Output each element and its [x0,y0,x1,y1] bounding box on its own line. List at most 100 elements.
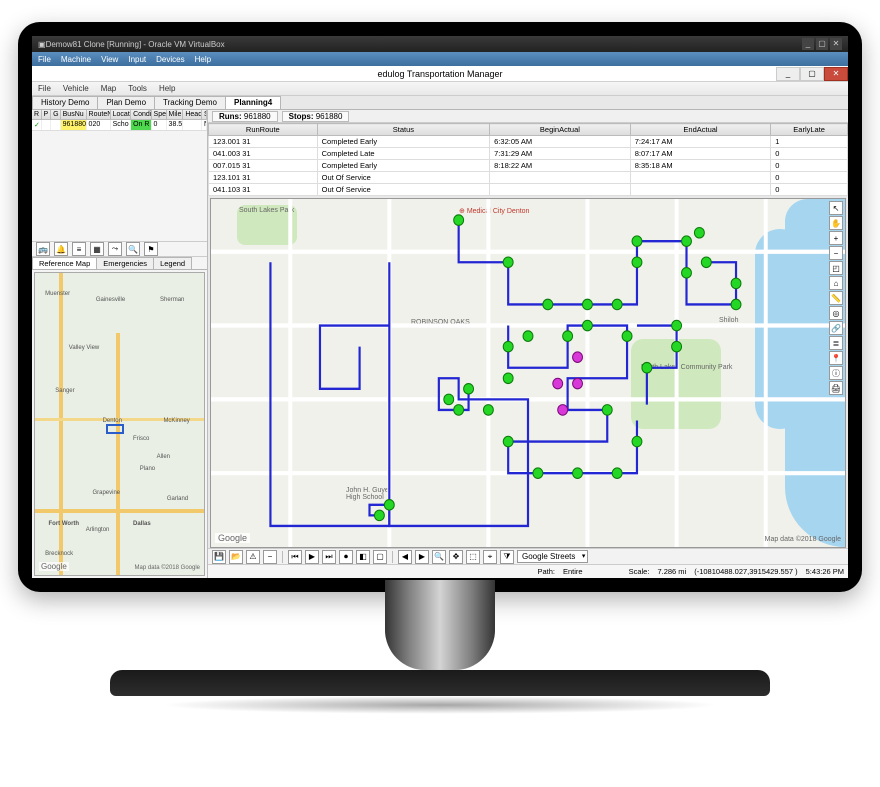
monitor-stand-neck [385,580,495,670]
cell-p [42,120,52,130]
arrow-icon[interactable]: ↖ [829,201,843,215]
vehicle-grid-header: R P G BusNu RouteN Locat Condi Spe Mile … [32,110,207,120]
vm-menu-machine[interactable]: Machine [61,55,91,64]
app-max-button[interactable]: ▢ [800,67,824,81]
tab-history[interactable]: History Demo [32,96,98,109]
marquee-icon[interactable]: ◰ [829,261,843,275]
binoculars-icon[interactable]: 🔍 [126,242,140,256]
open-icon[interactable]: 📂 [229,550,243,564]
cell-rr: 007.015 31 [209,160,318,172]
zoom-in-icon[interactable]: + [829,231,843,245]
main-map[interactable]: South Lakes Park ROBINSON OAKS ⊕ Medical… [210,198,846,548]
runs-strip: Runs: 961880 Stops: 961880 [208,110,848,123]
menu-vehicle[interactable]: Vehicle [63,84,89,93]
subtab-refmap[interactable]: Reference Map [32,257,97,269]
vm-min-button[interactable]: _ [802,38,814,50]
runs-chip[interactable]: Runs: 961880 [212,111,278,122]
target-icon[interactable]: ◎ [829,306,843,320]
bus-icon[interactable]: 🚌 [36,242,50,256]
col-r[interactable]: R [32,110,42,119]
ruler-icon[interactable]: 📏 [829,291,843,305]
link-icon[interactable]: 🔗 [829,321,843,335]
reference-map[interactable]: Muenster Gainesville Sherman Valley View… [34,272,205,576]
save-icon[interactable]: 💾 [212,550,226,564]
print-icon[interactable]: 🖨 [829,381,843,395]
col-head[interactable]: Head [183,110,202,119]
cell-end: 8:07:17 AM [630,148,771,160]
zoom-out-icon[interactable]: − [829,246,843,260]
cell-el: 0 [771,148,848,160]
col-mile[interactable]: Mile [167,110,184,119]
flag-icon[interactable]: ⚑ [144,242,158,256]
table-row[interactable]: 041.003 31Completed Late7:31:29 AM8:07:1… [209,148,848,160]
home-icon[interactable]: ⌂ [829,276,843,290]
hand-icon[interactable]: ✋ [829,216,843,230]
warning-icon[interactable]: ⚠ [246,550,260,564]
th-begin[interactable]: BeginActual [490,124,631,136]
pin-icon[interactable]: 📍 [829,351,843,365]
col-condi[interactable]: Condi [131,110,151,119]
th-earlylate[interactable]: EarlyLate [771,124,848,136]
list-icon[interactable]: ≡ [72,242,86,256]
back-icon[interactable]: ◀ [398,550,412,564]
vm-menu-input[interactable]: Input [128,55,146,64]
tab-plan[interactable]: Plan Demo [97,96,155,109]
vm-close-button[interactable]: ✕ [830,38,842,50]
table-row[interactable]: 007.015 31Completed Early8:18:22 AM8:35:… [209,160,848,172]
col-stat[interactable]: Stat [202,110,207,119]
th-end[interactable]: EndActual [630,124,771,136]
col-bus[interactable]: BusNu [61,110,87,119]
record-icon[interactable]: ⏺ [339,550,353,564]
subtab-emerg[interactable]: Emergencies [96,257,154,269]
left-toolbar: 🚌 🔔 ≡ ▦ ⤳ 🔍 ⚑ [32,241,207,257]
vm-max-button[interactable]: ▢ [816,38,828,50]
fwd2-icon[interactable]: ▶ [415,550,429,564]
table-row[interactable]: 041.103 31Out Of Service0 [209,184,848,196]
box-icon[interactable]: ▢ [373,550,387,564]
col-p[interactable]: P [42,110,52,119]
subtab-legend[interactable]: Legend [153,257,192,269]
bell-icon[interactable]: 🔔 [54,242,68,256]
vm-menu-help[interactable]: Help [195,55,211,64]
th-status[interactable]: Status [317,124,490,136]
play-icon[interactable]: ▶ [305,550,319,564]
app-close-button[interactable]: ✕ [824,67,848,81]
rewind-icon[interactable]: ⏮ [288,550,302,564]
cell-end [630,172,771,184]
pan-icon[interactable]: ✥ [449,550,463,564]
forward-icon[interactable]: ⏭ [322,550,336,564]
col-route[interactable]: RouteN [87,110,111,119]
find-icon[interactable]: ⌖ [483,550,497,564]
menu-tools[interactable]: Tools [128,84,147,93]
select-icon[interactable]: ⬚ [466,550,480,564]
layers-icon[interactable]: ≣ [829,336,843,350]
cell-el: 0 [771,172,848,184]
vm-menu-file[interactable]: File [38,55,51,64]
table-row[interactable]: 123.001 31Completed Early6:32:05 AM7:24:… [209,136,848,148]
col-spe[interactable]: Spe [152,110,167,119]
minus-icon[interactable]: − [263,550,277,564]
vm-title-text: Demow81 Clone [Running] - Oracle VM Virt… [46,40,225,49]
vm-menu-devices[interactable]: Devices [156,55,184,64]
vm-menu-view[interactable]: View [101,55,118,64]
route-icon[interactable]: ⤳ [108,242,122,256]
cell-loc: Scho [111,120,131,130]
stops-chip[interactable]: Stops: 961880 [282,111,350,122]
grid-icon[interactable]: ▦ [90,242,104,256]
table-row[interactable]: 123.101 31Out Of Service0 [209,172,848,184]
menu-map[interactable]: Map [101,84,117,93]
menu-file[interactable]: File [38,84,51,93]
info-icon[interactable]: ⓘ [829,366,843,380]
layer-toggle-icon[interactable]: ◧ [356,550,370,564]
tab-tracking[interactable]: Tracking Demo [154,96,226,109]
zoom-icon[interactable]: 🔍 [432,550,446,564]
basemap-select[interactable]: Google Streets [517,550,588,563]
col-locat[interactable]: Locat [111,110,131,119]
col-g[interactable]: G [51,110,61,119]
tab-planning4[interactable]: Planning4 [225,96,281,109]
app-min-button[interactable]: _ [776,67,800,81]
th-runroute[interactable]: RunRoute [209,124,318,136]
vehicle-row[interactable]: ✓ 961880 020 Scho On R 0 38.5 Not [32,120,207,131]
filter-icon[interactable]: ⧩ [500,550,514,564]
menu-help[interactable]: Help [159,84,175,93]
